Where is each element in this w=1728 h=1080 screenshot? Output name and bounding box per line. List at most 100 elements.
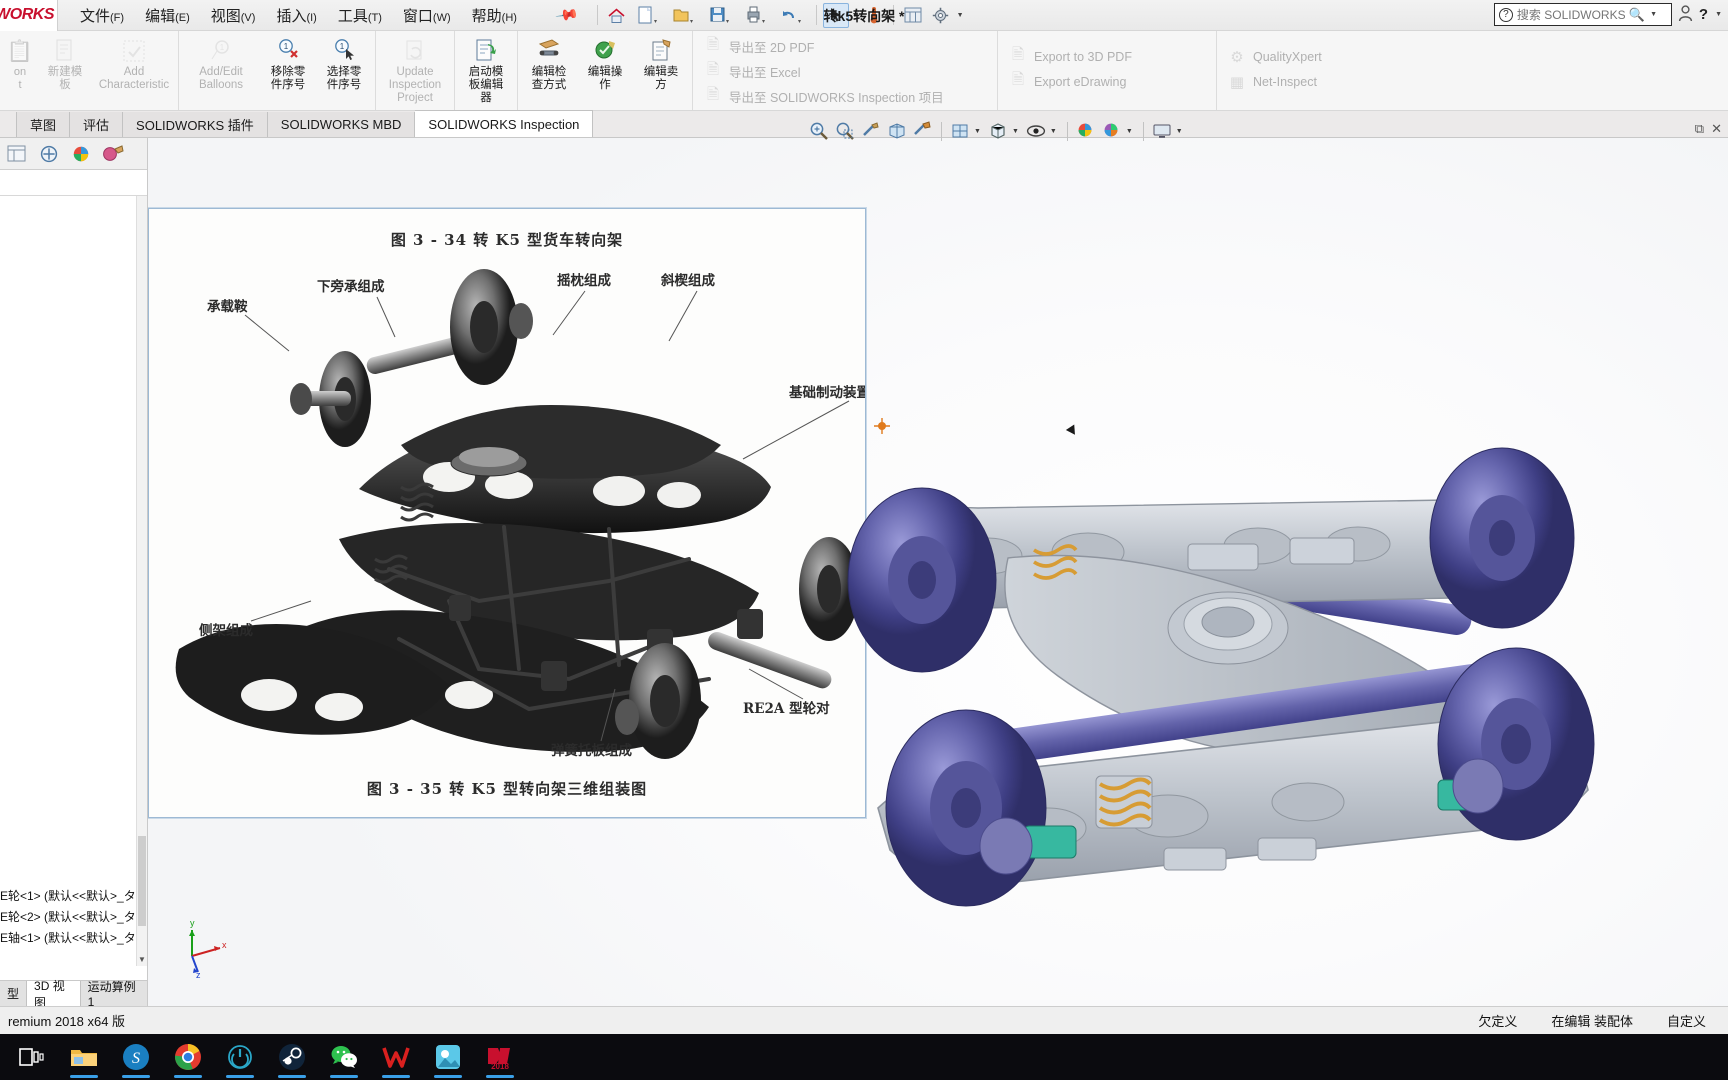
lp-tab-motion-study[interactable]: 运动算例 1 [80,980,147,1006]
menu-view[interactable]: 视图(V) [211,5,256,26]
lp-tab-3d-views[interactable]: 3D 视图 [27,979,81,1006]
wechat-icon[interactable] [320,1035,368,1079]
steam-icon[interactable] [268,1035,316,1079]
print-icon[interactable] [740,3,774,28]
chevron-down-icon[interactable]: ▼ [1715,11,1722,18]
chevron-down-icon[interactable]: ▼ [852,12,859,19]
feature-manager-tree-icon[interactable] [2,141,32,167]
file-explorer-icon[interactable] [60,1035,108,1079]
feature-manager-filter-bar[interactable] [0,170,147,196]
menu-edit[interactable]: 编辑(E) [145,5,190,26]
remove-balloon-button[interactable]: 1 移除零 件序号 [260,31,316,110]
select-arrow-icon[interactable] [822,2,849,28]
net-inspect-row[interactable]: ▦ Net-Inspect [1228,70,1392,93]
update-inspection-project-button[interactable]: Update Inspection Project [379,31,451,110]
rebuild-icon[interactable] [900,3,926,28]
edit-inspection-method-button[interactable]: 编辑检 查方式 [521,31,577,110]
feature-tree-scrollbar[interactable]: ▼ [136,196,147,966]
chevron-down-icon[interactable]: ▼ [137,955,147,964]
lp-tab-model[interactable]: 型 [0,981,28,1006]
section-view-icon[interactable] [858,118,883,144]
viewport-icon[interactable] [1150,118,1175,144]
home-icon[interactable] [604,3,630,28]
close-view-icon[interactable]: ✕ [1711,121,1722,137]
skype-icon[interactable]: S [112,1035,160,1079]
launch-template-editor-button[interactable]: 启动模 板编辑器 [458,31,514,110]
tree-row-wheel-2[interactable]: E轮<2> (默认<<默认>_タ [0,906,137,927]
magnifier-icon[interactable]: 🔍 [1629,7,1645,23]
menu-help[interactable]: 帮助(H) [472,5,517,26]
feature-tree[interactable]: E轮<1> (默认<<默认>_タ E轮<2> (默认<<默认>_タ E轴<1> … [0,196,147,966]
task-view-icon[interactable] [8,1035,56,1079]
maximize-view-icon[interactable]: ⧉ [1695,121,1704,137]
solidworks-2018-icon[interactable]: 2018 [476,1035,524,1079]
chrome-icon[interactable] [164,1035,212,1079]
export-swi-row[interactable]: 🗎 导出至 SOLIDWORKS Inspection 项目 [704,85,986,108]
tab-solidworks-inspection[interactable]: SOLIDWORKS Inspection [415,110,594,137]
export-excel-row[interactable]: 🗎 导出至 Excel [704,60,986,83]
chevron-down-icon[interactable]: ▼ [1126,128,1133,135]
display-manager-icon[interactable] [98,141,128,167]
menu-tools[interactable]: 工具(T) [338,5,382,26]
help-search-box[interactable]: ? 🔍 ▼ [1493,3,1672,26]
tree-row-axle-1[interactable]: E轴<1> (默认<<默认>_タ [0,927,137,948]
menu-insert[interactable]: 插入(I) [276,5,316,26]
new-template-button[interactable]: 新建模板 [37,31,93,110]
options-gear-icon[interactable] [928,3,954,28]
chevron-down-icon[interactable]: ▼ [1050,128,1057,135]
chevron-down-icon[interactable]: ▼ [957,12,964,19]
open-folder-icon[interactable] [668,3,702,28]
chevron-down-icon[interactable]: ▼ [1012,128,1019,135]
photo-viewer-icon[interactable] [424,1035,472,1079]
menu-window[interactable]: 窗口(W) [403,5,451,26]
measure-icon[interactable] [861,3,887,28]
tab-solidworks-mbd[interactable]: SOLIDWORKS MBD [267,112,416,137]
divider [1142,121,1144,141]
chevron-down-icon[interactable]: ▼ [1176,128,1183,135]
export-2dpdf-row[interactable]: 🗎 导出至 2D PDF [704,35,986,58]
apply-scene-icon[interactable] [1074,118,1099,144]
ribbon-group-export-cn: 🗎 导出至 2D PDF 🗎 导出至 Excel 🗎 导出至 SOLIDWORK… [693,31,998,110]
menu-file[interactable]: 文件(F) [80,5,124,26]
undo-icon[interactable] [776,3,810,28]
qualityxpert-row[interactable]: ⚙ QualityXpert [1228,45,1392,68]
edit-vendor-button[interactable]: 编辑卖方 [633,31,689,110]
zoom-to-area-icon[interactable] [832,118,857,144]
pushpin-icon[interactable]: 📌 [554,2,580,28]
chevron-down-icon[interactable]: ▼ [1650,11,1657,18]
property-manager-icon[interactable] [34,141,64,167]
bogie-3d-model[interactable] [838,308,1668,908]
graphics-area[interactable]: 图 3 - 34 转 K5 型货车转向架 图 3 - 35 转 K5 型转向架三… [148,138,1728,1006]
inspection-project-button[interactable]: 📋 on t [3,31,37,110]
select-balloon-button[interactable]: 1 选择零 件序号 [316,31,372,110]
edit-operation-button[interactable]: 编辑操作 [577,31,633,110]
title-bar-right: ? 🔍 ▼ ? ▼ [1493,3,1722,26]
view-settings-icon[interactable] [1100,118,1125,144]
tree-row-wheel-1[interactable]: E轮<1> (默认<<默认>_タ [0,885,137,906]
person-icon[interactable] [1678,4,1693,25]
wps-office-icon[interactable] [372,1035,420,1079]
export-3dpdf-row[interactable]: 🗎 Export to 3D PDF [1009,45,1205,68]
save-icon[interactable] [704,3,738,28]
tab-sketch[interactable]: 草图 [16,112,71,137]
display-style-icon[interactable] [910,118,935,144]
view-orientation-icon[interactable] [884,118,909,144]
tab-evaluate[interactable]: 评估 [70,112,124,137]
question-mark-icon[interactable]: ? [1699,6,1708,23]
power-icon[interactable] [216,1035,264,1079]
search-input[interactable] [1516,7,1625,22]
status-custom[interactable]: 自定义 [1667,1011,1706,1030]
add-characteristic-button[interactable]: Add Characteristic [93,31,175,110]
add-edit-balloons-button[interactable]: 1 Add/Edit Balloons [182,31,260,110]
scrollbar-thumb[interactable] [138,836,146,926]
appearance-icon[interactable] [986,118,1011,144]
configuration-manager-icon[interactable] [66,141,96,167]
export-edrawing-row[interactable]: 🗎 Export eDrawing [1009,70,1205,93]
tab-solidworks-addins[interactable]: SOLIDWORKS 插件 [123,112,268,137]
new-document-icon[interactable] [632,3,666,28]
chevron-down-icon[interactable]: ▼ [974,128,981,135]
scene-icon[interactable] [1024,118,1049,144]
hide-show-items-icon[interactable] [948,118,973,144]
zoom-to-fit-icon[interactable] [806,118,831,144]
scanned-reference-image[interactable]: 图 3 - 34 转 K5 型货车转向架 图 3 - 35 转 K5 型转向架三… [148,208,866,818]
